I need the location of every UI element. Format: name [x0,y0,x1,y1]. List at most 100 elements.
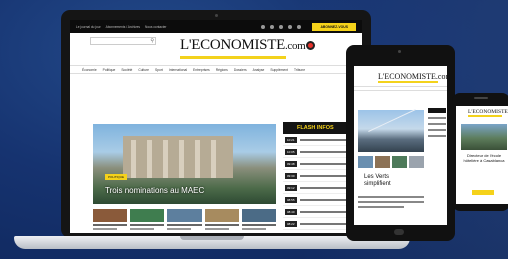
tablet-logo[interactable]: L'ECONOMISTE.com [378,72,447,81]
logo-text: L'ECONOMISTE [180,37,285,53]
tablet-hero-image[interactable] [358,109,424,152]
nav-item[interactable]: Culture [138,68,149,72]
nav-item[interactable]: Politique [103,68,116,72]
flash-item[interactable]: 10:21 [283,134,353,146]
flash-text [299,222,351,225]
topbar-link[interactable]: Abonnements / Archives [106,25,140,29]
bridge-cable [368,109,416,132]
flash-item[interactable]: 08:55 [283,194,353,206]
thumbnail-image[interactable] [358,156,373,168]
thumbnail-caption [241,228,266,230]
thumbnail-card[interactable] [93,209,128,231]
nav-item[interactable]: Sport [155,68,163,72]
building-column [211,140,216,178]
logo-mark-icon [306,41,316,51]
thumbnail-card[interactable] [204,209,239,231]
thumbnail-caption [93,228,117,230]
nav-item[interactable]: Entreprises [193,68,210,72]
thumbnail-caption [167,228,192,230]
thumbnail-caption [204,228,229,230]
flash-text [299,186,351,189]
phone-logo[interactable]: L'ECONOMISTE.com [468,109,508,115]
flash-title: FLASH INFOS [283,122,353,134]
topbar-link[interactable]: Le journal du jour [76,25,101,29]
flash-time: 09:30 [285,172,297,179]
nav-item[interactable]: Dossiers [234,68,247,72]
thumbnail-card[interactable] [130,209,165,231]
search-input[interactable]: ⚲ [90,37,156,45]
thumbnail-image[interactable] [409,156,424,168]
thumbnail-caption [130,224,165,226]
twitter-icon[interactable] [270,24,275,29]
top-bar: Le journal du jour Abonnements / Archive… [70,20,362,33]
text-line [358,206,405,208]
flash-infos-panel: FLASH INFOS 10:21 10:05 09:48 09:30 09:1… [283,122,353,230]
subscribe-button[interactable]: ABONNEZ-VOUS [312,22,356,31]
tablet-nav [354,86,447,91]
flash-item[interactable]: 09:30 [283,170,353,182]
nav-item[interactable]: Tribune [294,68,305,72]
flash-line [428,129,446,131]
flash-time: 08:22 [285,220,297,227]
flash-time: 10:05 [285,148,297,155]
thumbnail-image [204,209,239,222]
nav-item[interactable]: Économie [82,68,97,72]
building-column [147,140,152,178]
flash-item[interactable]: 10:05 [283,146,353,158]
phone-screen: L'ECONOMISTE.com Directeur de l'école hô… [456,102,508,204]
youtube-icon[interactable] [279,24,284,29]
flash-text [299,150,351,153]
thumbnail-image[interactable] [392,156,407,168]
main-nav: Économie Politique Société Culture Sport… [70,65,362,74]
category-badge[interactable]: POLITIQUE [105,174,128,180]
home-button [394,229,404,235]
nav-item[interactable]: Régions [216,68,228,72]
flash-item[interactable]: 09:12 [283,182,353,194]
flash-text [299,210,351,213]
logo-underline [468,115,502,117]
search-icon[interactable]: ⚲ [150,39,154,44]
tablet-headline[interactable]: Les Verts simplifient [364,174,416,188]
flash-item[interactable]: 08:22 [283,218,353,230]
flash-line [428,117,446,119]
hero-article[interactable]: POLITIQUE Trois nominations au MAEC [93,124,276,204]
thumbnail-caption [241,224,277,226]
flash-item[interactable]: 09:48 [283,158,353,170]
thumbnail-card[interactable] [241,209,277,231]
flash-time: 09:12 [285,184,297,191]
phone-headline[interactable]: Directeur de l'école hôtelière à Casabla… [462,153,506,163]
thumbnail-caption [204,224,239,226]
flash-time: 08:55 [285,196,297,203]
topbar-link[interactable]: Nous contacter [145,25,166,29]
laptop-screen: Le journal du jour Abonnements / Archive… [70,20,362,233]
camera-icon [398,50,401,53]
article-thumbnails [93,209,277,231]
facebook-icon[interactable] [261,24,266,29]
nav-item[interactable]: Supplément [270,68,288,72]
flash-time: 08:40 [285,208,297,215]
thumbnail-image[interactable] [375,156,390,168]
text-line [358,201,424,203]
flash-time: 09:48 [285,160,297,167]
phone-hero-image[interactable] [461,124,507,150]
nav-item[interactable]: International [169,68,187,72]
nav-item[interactable]: Société [121,68,132,72]
tablet-thumbnails [358,156,424,168]
nav-item[interactable]: Analyse [253,68,265,72]
phone-top-bar [456,102,508,106]
site-logo[interactable]: L'ECONOMISTE.com [180,37,316,54]
thumbnail-card[interactable] [167,209,202,231]
tablet-top-bar [354,60,447,66]
thumbnail-image [241,209,277,222]
linkedin-icon[interactable] [288,24,293,29]
hero-title[interactable]: Trois nominations au MAEC [105,186,204,195]
thumbnail-caption [130,228,155,230]
flash-item[interactable]: 08:40 [283,206,353,218]
camera-icon [215,14,218,17]
flash-text [299,174,351,177]
speaker-icon [474,97,488,99]
header: ⚲ L'ECONOMISTE.com [70,33,362,65]
read-more-button[interactable] [472,190,494,195]
flash-line [428,123,446,125]
rss-icon[interactable] [297,24,302,29]
